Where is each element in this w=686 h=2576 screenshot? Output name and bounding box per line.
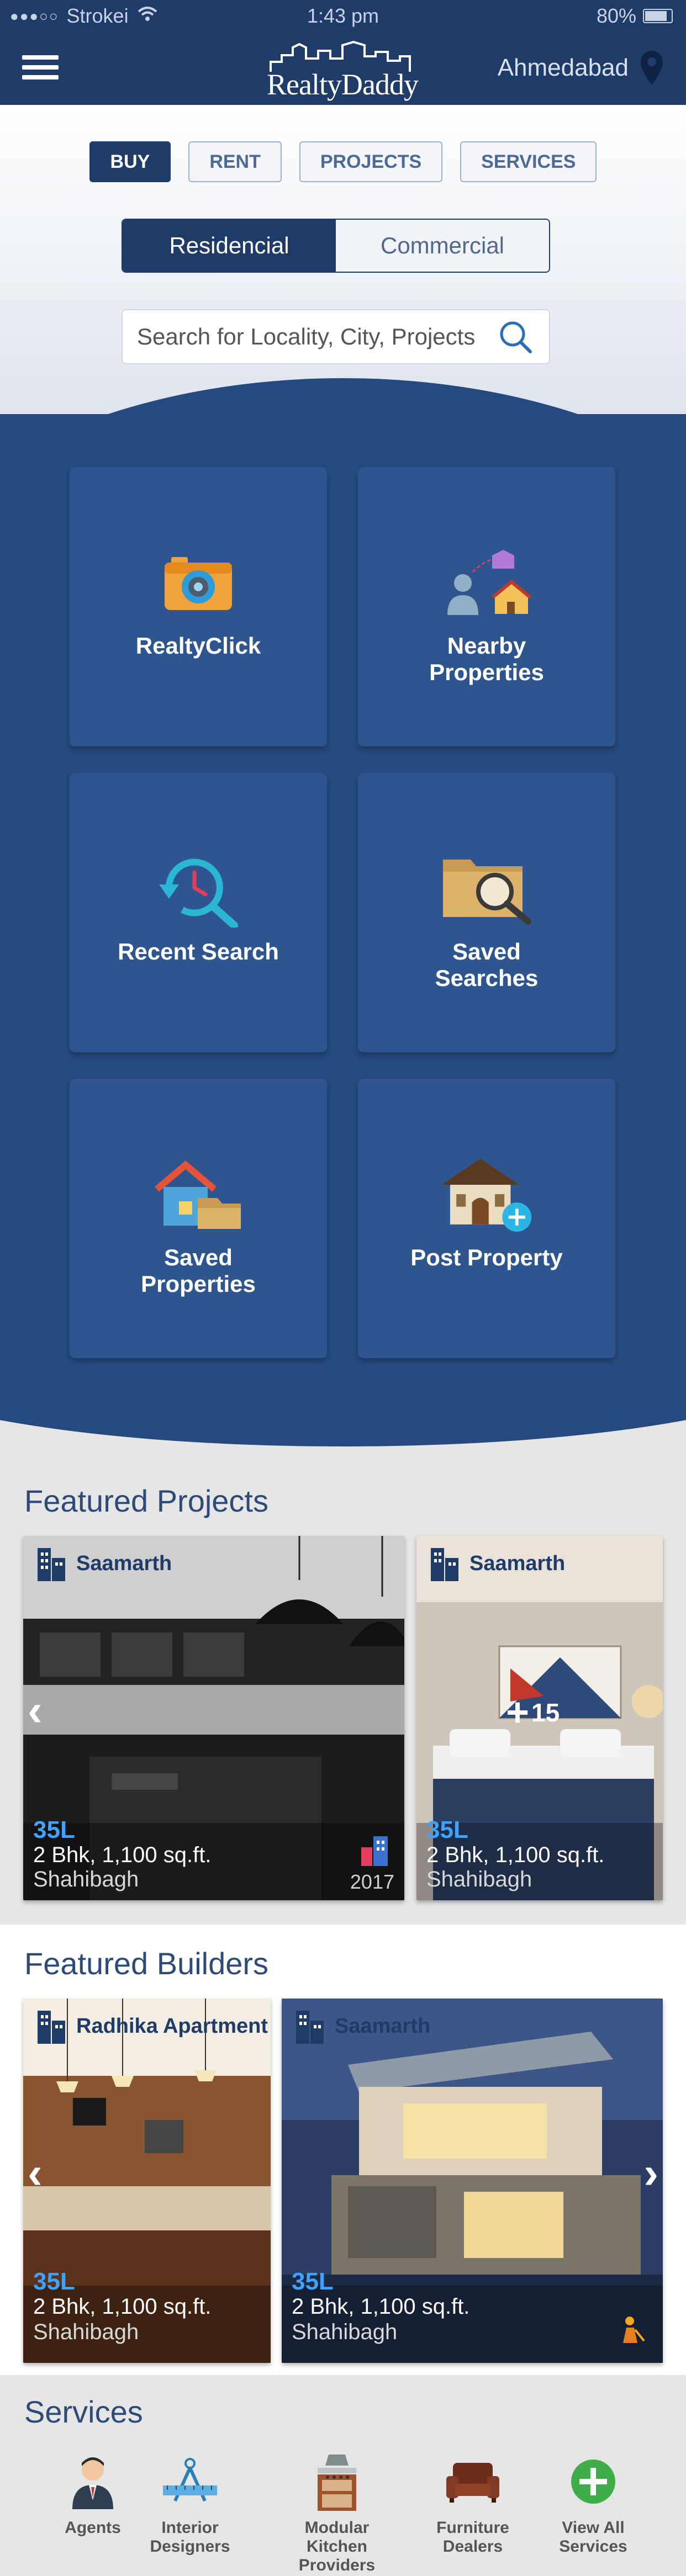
kitchen-icon <box>312 2451 362 2512</box>
carousel-prev-icon[interactable]: ‹ <box>28 2148 43 2198</box>
tile-label: Saved Properties <box>141 1244 256 1297</box>
residential-option[interactable]: Residencial <box>123 220 336 272</box>
price: 35L <box>292 2268 334 2295</box>
service-label: Furniture Dealers <box>436 2519 509 2556</box>
camera-icon <box>151 544 245 622</box>
building-icon <box>431 1548 458 1581</box>
property-location: Shahibagh <box>33 1867 139 1891</box>
price: 35L <box>426 1816 468 1843</box>
tab-rent[interactable]: RENT <box>188 141 282 182</box>
status-bar: ●●●○○ Strokei 1:43 pm 80% <box>0 0 686 33</box>
project-card[interactable]: Saamarth ‹ 35L 2 Bhk, 1,100 sq.ft. Shahi… <box>23 1536 404 1900</box>
agent-icon <box>68 2451 118 2512</box>
service-label: Agents <box>65 2519 121 2537</box>
service-interior-designers[interactable]: Interior Designers <box>129 2451 251 2556</box>
property-details: 2 Bhk, 1,100 sq.ft. <box>292 2294 470 2319</box>
plus-circle-icon <box>569 2451 617 2512</box>
building-icon <box>38 1548 65 1581</box>
building-icon <box>38 2011 65 2044</box>
view-all-services[interactable]: View All Services <box>532 2451 654 2556</box>
search-bar <box>122 309 550 364</box>
tile-recent-search[interactable]: Recent Search <box>70 773 327 1052</box>
recent-search-icon <box>151 850 245 927</box>
service-modular-kitchen[interactable]: Modular Kitchen Providers <box>276 2451 398 2575</box>
property-location: Shahibagh <box>33 2320 139 2344</box>
listing-type-tabs: BUY RENT PROJECTS SERVICES <box>0 141 686 182</box>
property-location: Shahibagh <box>426 1867 532 1891</box>
status-time: 1:43 pm <box>307 4 379 27</box>
logo[interactable]: RealtyDaddy <box>260 40 425 101</box>
builder-name: Radhika Apartment <box>76 2014 268 2038</box>
service-label: Modular Kitchen Providers <box>298 2519 376 2574</box>
tile-realtyclick[interactable]: RealtyClick <box>70 467 327 746</box>
builder-header: Saamarth <box>295 2008 430 2044</box>
service-furniture-dealers[interactable]: Furniture Dealers <box>412 2451 534 2556</box>
tile-post-property[interactable]: Post Property <box>358 1079 615 1358</box>
featured-projects-title: Featured Projects <box>24 1483 268 1518</box>
commercial-option[interactable]: Commercial <box>336 220 549 272</box>
city-name: Ahmedabad <box>497 54 629 81</box>
nearby-properties-icon <box>440 544 534 622</box>
logo-text: RealtyDaddy <box>267 68 419 101</box>
tile-label: Nearby Properties <box>429 633 544 685</box>
city-selector[interactable]: Ahmedabad <box>498 50 664 86</box>
builder-name: Saamarth <box>469 1551 566 1575</box>
service-label: Interior Designers <box>150 2519 230 2556</box>
search-hero: BUY RENT PROJECTS SERVICES Residencial C… <box>0 105 686 414</box>
menu-icon[interactable] <box>22 55 59 83</box>
builder-card[interactable]: Radhika Apartment ‹ 35L 2 Bhk, 1,100 sq.… <box>23 1999 271 2363</box>
carousel-next-icon[interactable]: › <box>643 2148 658 2198</box>
project-builder: Saamarth <box>36 1546 172 1581</box>
builder-name: Saamarth <box>335 2014 431 2038</box>
saved-searches-icon <box>440 850 534 927</box>
project-card[interactable]: Saamarth + 15 35L 2 Bhk, 1,100 sq.ft. Sh… <box>416 1536 663 1900</box>
worker-icon <box>623 2317 645 2343</box>
project-builder: Saamarth <box>430 1546 565 1581</box>
building-icon <box>296 2011 324 2044</box>
property-details: 2 Bhk, 1,100 sq.ft. <box>426 1843 605 1867</box>
location-pin-icon <box>641 51 663 85</box>
tile-label: RealtyClick <box>135 633 261 659</box>
property-details: 2 Bhk, 1,100 sq.ft. <box>33 1843 212 1867</box>
tab-projects[interactable]: PROJECTS <box>299 141 443 182</box>
interior-designer-icon <box>160 2451 220 2512</box>
tab-services[interactable]: SERVICES <box>460 141 597 182</box>
post-property-icon <box>440 1156 534 1233</box>
app-header: RealtyDaddy Ahmedabad <box>0 33 686 105</box>
price: 35L <box>33 2268 75 2295</box>
builder-card[interactable]: Saamarth › 35L 2 Bhk, 1,100 sq.ft. Shahi… <box>282 1999 663 2363</box>
search-icon[interactable] <box>496 317 535 356</box>
more-photos-count: 15 <box>531 1698 560 1727</box>
price: 35L <box>33 1816 75 1843</box>
property-location: Shahibagh <box>292 2320 398 2344</box>
tile-saved-properties[interactable]: Saved Properties <box>70 1079 327 1358</box>
building-badge-icon <box>361 1836 388 1866</box>
services-title: Services <box>24 2394 143 2429</box>
property-category-toggle: Residencial Commercial <box>122 219 550 273</box>
saved-properties-icon <box>151 1156 245 1233</box>
service-label: View All Services <box>559 2519 627 2556</box>
tile-label: Recent Search <box>118 939 279 964</box>
more-photos-badge[interactable]: + 15 <box>506 1690 560 1735</box>
tile-label: Saved Searches <box>435 939 539 991</box>
tile-label: Post Property <box>410 1244 563 1270</box>
featured-builders-title: Featured Builders <box>24 1946 269 1981</box>
carousel-prev-icon[interactable]: ‹ <box>28 1685 43 1736</box>
tab-buy[interactable]: BUY <box>89 141 171 182</box>
furniture-icon <box>445 2451 500 2512</box>
tile-nearby-properties[interactable]: Nearby Properties <box>358 467 615 746</box>
property-details: 2 Bhk, 1,100 sq.ft. <box>33 2294 212 2319</box>
builder-name: Saamarth <box>76 1551 172 1575</box>
completion-year: 2017 <box>350 1870 394 1893</box>
search-input[interactable] <box>137 324 496 350</box>
tile-saved-searches[interactable]: Saved Searches <box>358 773 615 1052</box>
battery-percent: 80% <box>596 4 636 27</box>
battery-icon <box>643 9 673 23</box>
plus-icon: + <box>506 1690 530 1735</box>
builder-header: Radhika Apartment <box>36 2008 268 2044</box>
